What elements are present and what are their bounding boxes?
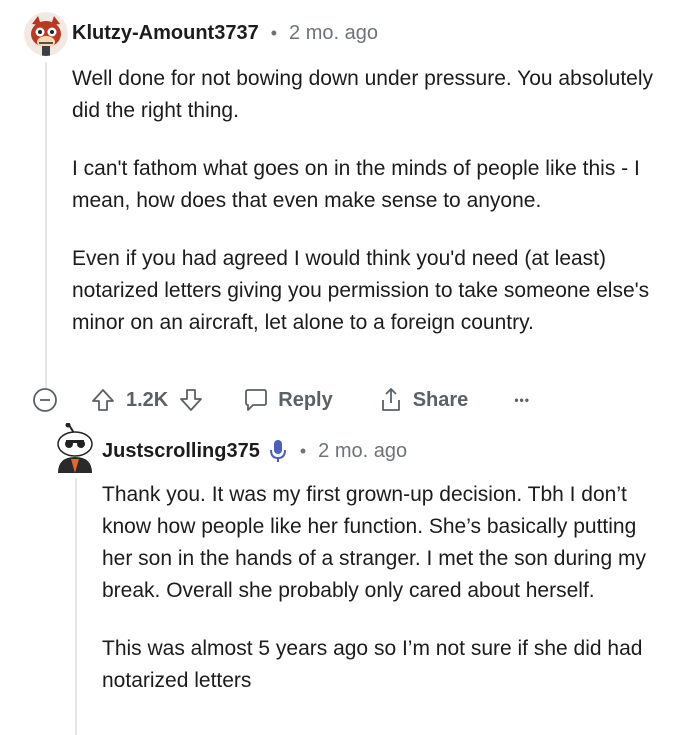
collapse-icon: [33, 388, 57, 412]
timestamp[interactable]: 2 mo. ago: [318, 440, 407, 463]
microphone-badge: [268, 438, 288, 464]
downvote-button[interactable]: [178, 387, 204, 413]
avatar[interactable]: [52, 422, 98, 473]
thread-line-main: [45, 62, 47, 388]
microphone-icon: [269, 440, 286, 462]
comment-paragraph: This was almost 5 years ago so I’m not s…: [102, 637, 643, 692]
share-label: Share: [412, 388, 469, 411]
comment-body: Thank you. It was my first grown-up deci…: [102, 479, 672, 697]
separator-dot: •: [270, 23, 278, 43]
thread-line-reply: [75, 478, 77, 735]
chat-bubble-icon: [245, 389, 268, 411]
username[interactable]: Justscrolling375: [102, 440, 260, 463]
share-button[interactable]: Share: [377, 386, 469, 414]
comment-body: Well done for not bowing down under pres…: [72, 63, 682, 339]
comment-actions: 1.2K Reply Share •••: [32, 386, 530, 414]
timestamp[interactable]: 2 mo. ago: [289, 22, 378, 45]
collapse-button[interactable]: [32, 387, 58, 413]
comment-paragraph: Well done for not bowing down under pres…: [72, 67, 653, 122]
downvote-icon: [180, 389, 203, 411]
comment-paragraph: I can't fathom what goes on in the minds…: [72, 157, 640, 212]
comment-header: Justscrolling375 • 2 mo. ago: [102, 438, 407, 464]
more-options-button[interactable]: •••: [514, 393, 530, 407]
vote-count: 1.2K: [126, 388, 169, 411]
reply-button[interactable]: Reply: [242, 386, 333, 414]
username[interactable]: Klutzy-Amount3737: [72, 22, 259, 45]
upvote-icon: [92, 389, 114, 411]
comment-paragraph: Even if you had agreed I would think you…: [72, 247, 650, 334]
share-icon: [381, 388, 400, 411]
upvote-button[interactable]: [90, 387, 116, 413]
reply-label: Reply: [278, 388, 333, 411]
comment-header: Klutzy-Amount3737 • 2 mo. ago: [72, 22, 378, 45]
avatar[interactable]: [24, 12, 68, 56]
comment-paragraph: Thank you. It was my first grown-up deci…: [102, 483, 646, 602]
separator-dot: •: [299, 440, 307, 461]
